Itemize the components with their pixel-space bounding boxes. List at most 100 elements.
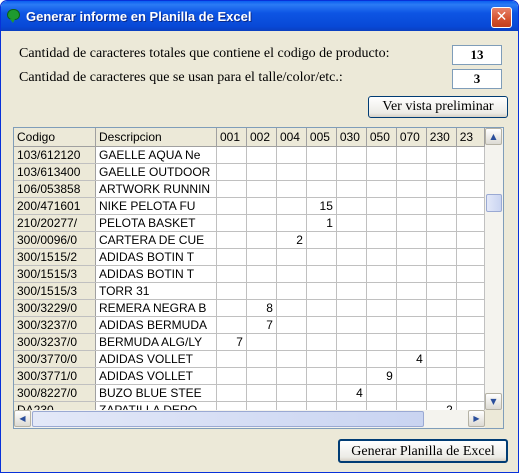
quantity-cell[interactable]	[306, 146, 337, 164]
vertical-scroll-thumb[interactable]	[486, 194, 502, 212]
column-header[interactable]: 005	[306, 128, 337, 147]
quantity-cell[interactable]	[306, 384, 337, 402]
quantity-cell[interactable]	[456, 316, 485, 334]
quantity-cell[interactable]	[246, 384, 277, 402]
quantity-cell[interactable]: 2	[426, 401, 457, 410]
column-header[interactable]: 030	[336, 128, 367, 147]
quantity-cell[interactable]	[276, 401, 307, 410]
table-row[interactable]: 103/612120 GAELLE AQUA Ne	[14, 146, 485, 164]
quantity-cell[interactable]: 7	[216, 333, 247, 351]
quantity-cell[interactable]	[426, 316, 457, 334]
column-header[interactable]: 002	[246, 128, 277, 147]
table-row[interactable]: 300/1515/3 TORR 31	[14, 282, 485, 300]
table-row[interactable]: 200/471601 NIKE PELOTA FU 15	[14, 197, 485, 215]
quantity-cell[interactable]	[336, 282, 367, 300]
quantity-cell[interactable]	[426, 146, 457, 164]
quantity-cell[interactable]: 4	[396, 350, 427, 368]
title-bar[interactable]: Generar informe en Planilla de Excel ✕	[1, 1, 518, 31]
quantity-cell[interactable]	[306, 231, 337, 249]
quantity-cell[interactable]	[276, 367, 307, 385]
table-row[interactable]: 103/613400 GAELLE OUTDOOR	[14, 163, 485, 181]
quantity-cell[interactable]	[426, 231, 457, 249]
product-code-length-field[interactable]: 13	[452, 45, 502, 65]
quantity-cell[interactable]	[336, 367, 367, 385]
quantity-cell[interactable]	[276, 214, 307, 232]
table-row[interactable]: 300/3237/0 BERMUDA ALG/LY 7	[14, 333, 485, 351]
quantity-cell[interactable]	[426, 367, 457, 385]
quantity-cell[interactable]	[336, 265, 367, 283]
table-row[interactable]: 106/053858 ARTWORK RUNNIN	[14, 180, 485, 198]
quantity-cell[interactable]	[396, 299, 427, 317]
quantity-cell[interactable]	[336, 231, 367, 249]
quantity-cell[interactable]: 8	[246, 299, 277, 317]
quantity-cell[interactable]	[366, 282, 397, 300]
horizontal-scrollbar[interactable]: ◀ ▶	[14, 410, 485, 428]
quantity-cell[interactable]	[216, 197, 247, 215]
quantity-cell[interactable]	[336, 197, 367, 215]
column-header[interactable]: 050	[366, 128, 397, 147]
quantity-cell[interactable]	[306, 401, 337, 410]
quantity-cell[interactable]	[396, 384, 427, 402]
quantity-cell[interactable]	[336, 248, 367, 266]
quantity-cell[interactable]	[366, 163, 397, 181]
quantity-cell[interactable]	[396, 333, 427, 351]
close-button[interactable]: ✕	[491, 7, 512, 28]
quantity-cell[interactable]	[216, 231, 247, 249]
quantity-cell[interactable]: 15	[306, 197, 337, 215]
quantity-cell[interactable]	[246, 214, 277, 232]
column-header[interactable]: 001	[216, 128, 247, 147]
quantity-cell[interactable]	[366, 316, 397, 334]
quantity-cell[interactable]	[396, 214, 427, 232]
quantity-cell[interactable]	[366, 333, 397, 351]
table-row[interactable]: DA230 ZAPATILLA DEPO 2	[14, 401, 485, 410]
preview-button[interactable]: Ver vista preliminar	[368, 96, 508, 118]
quantity-cell[interactable]	[366, 180, 397, 198]
column-header[interactable]: 230	[426, 128, 457, 147]
quantity-cell[interactable]	[216, 265, 247, 283]
quantity-cell[interactable]	[216, 401, 247, 410]
quantity-cell[interactable]	[426, 197, 457, 215]
quantity-cell[interactable]	[336, 163, 367, 181]
quantity-cell[interactable]	[246, 197, 277, 215]
table-row[interactable]: 300/3229/0 REMERA NEGRA B 8	[14, 299, 485, 317]
quantity-cell[interactable]	[336, 146, 367, 164]
quantity-cell[interactable]	[306, 163, 337, 181]
quantity-cell[interactable]	[456, 333, 485, 351]
quantity-cell[interactable]	[216, 214, 247, 232]
generate-spreadsheet-button[interactable]: Generar Planilla de Excel	[338, 439, 508, 463]
quantity-cell[interactable]	[216, 248, 247, 266]
quantity-cell[interactable]	[276, 197, 307, 215]
quantity-cell[interactable]	[426, 248, 457, 266]
quantity-cell[interactable]	[306, 333, 337, 351]
quantity-cell[interactable]	[246, 265, 277, 283]
horizontal-scroll-thumb[interactable]	[32, 411, 424, 427]
quantity-cell[interactable]	[336, 180, 367, 198]
quantity-cell[interactable]	[336, 350, 367, 368]
quantity-cell[interactable]	[456, 401, 485, 410]
table-row[interactable]: 300/8227/0 BUZO BLUE STEE 4	[14, 384, 485, 402]
quantity-cell[interactable]	[306, 265, 337, 283]
quantity-cell[interactable]	[336, 316, 367, 334]
quantity-cell[interactable]: 7	[246, 316, 277, 334]
quantity-cell[interactable]	[396, 248, 427, 266]
quantity-cell[interactable]	[306, 282, 337, 300]
quantity-cell[interactable]	[396, 197, 427, 215]
quantity-cell[interactable]	[216, 146, 247, 164]
scroll-down-icon[interactable]: ▼	[485, 393, 502, 410]
vertical-scrollbar[interactable]: ▲ ▼	[485, 128, 503, 410]
quantity-cell[interactable]	[216, 299, 247, 317]
quantity-cell[interactable]	[306, 316, 337, 334]
scroll-left-icon[interactable]: ◀	[14, 410, 31, 427]
quantity-cell[interactable]	[306, 180, 337, 198]
quantity-cell[interactable]	[306, 350, 337, 368]
scroll-right-icon[interactable]: ▶	[468, 410, 485, 427]
quantity-cell[interactable]	[366, 248, 397, 266]
table-row[interactable]: 300/0096/0 CARTERA DE CUE 2	[14, 231, 485, 249]
column-header[interactable]: 23	[456, 128, 485, 147]
quantity-cell[interactable]	[276, 350, 307, 368]
quantity-cell[interactable]	[216, 350, 247, 368]
quantity-cell[interactable]	[216, 163, 247, 181]
quantity-cell[interactable]	[456, 163, 485, 181]
quantity-cell[interactable]	[306, 299, 337, 317]
quantity-cell[interactable]	[246, 231, 277, 249]
